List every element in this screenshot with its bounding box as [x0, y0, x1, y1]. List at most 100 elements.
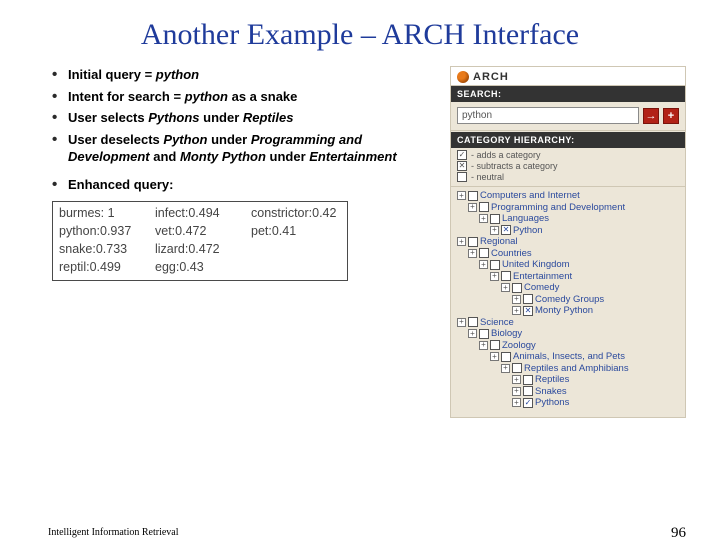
tree-label[interactable]: Computers and Internet	[480, 190, 580, 201]
divider	[451, 130, 685, 131]
expand-icon[interactable]: +	[479, 260, 488, 269]
tree-label[interactable]: Programming and Development	[491, 202, 625, 213]
tri-state-checkbox[interactable]	[490, 214, 500, 224]
content-area: Initial query = python Intent for search…	[0, 66, 720, 418]
tree-label[interactable]: Regional	[480, 236, 518, 247]
tree-label[interactable]: United Kingdom	[502, 259, 570, 270]
table-cell: egg:0.43	[155, 259, 245, 276]
table-cell: lizard:0.472	[155, 241, 245, 258]
tri-state-checkbox[interactable]	[490, 340, 500, 350]
text-italic: Monty Python	[180, 149, 270, 164]
expand-icon[interactable]: +	[457, 318, 466, 327]
expand-icon[interactable]: +	[512, 398, 521, 407]
tri-state-checkbox[interactable]	[490, 260, 500, 270]
text: and	[150, 149, 180, 164]
table-cell: pet:0.41	[251, 223, 341, 240]
expand-icon[interactable]: +	[490, 272, 499, 281]
text: as a snake	[232, 89, 298, 104]
tree-label[interactable]: Comedy	[524, 282, 559, 293]
tree-label[interactable]: Entertainment	[513, 271, 572, 282]
table-cell: python:0.937	[59, 223, 149, 240]
tree-label[interactable]: Reptiles and Amphibians	[524, 363, 629, 374]
tri-state-checkbox[interactable]: ✓	[523, 398, 533, 408]
text-italic: Python	[163, 132, 211, 147]
expand-icon[interactable]: +	[468, 329, 477, 338]
tree-row: +✕ Python	[457, 225, 679, 236]
bullet-list: Initial query = python Intent for search…	[52, 66, 438, 193]
table-cell	[251, 241, 341, 258]
text: User deselects	[68, 132, 163, 147]
tri-state-checkbox[interactable]	[512, 283, 522, 293]
tri-state-checkbox[interactable]	[468, 191, 478, 201]
tree-row: + Comedy Groups	[457, 294, 679, 305]
expand-icon[interactable]: +	[479, 341, 488, 350]
enhanced-query-table: burmes: 1infect:0.494constrictor:0.42pyt…	[52, 201, 348, 281]
tri-state-checkbox[interactable]	[523, 294, 533, 304]
expand-icon[interactable]: +	[457, 191, 466, 200]
text-italic: Reptiles	[243, 110, 294, 125]
tree-label[interactable]: Python	[513, 225, 543, 236]
tri-state-checkbox[interactable]	[468, 237, 478, 247]
tree-label[interactable]: Science	[480, 317, 514, 328]
table-cell: constrictor:0.42	[251, 205, 341, 222]
legend-text: - adds a category	[471, 150, 541, 160]
expand-icon[interactable]: +	[512, 306, 521, 315]
legend-sub: ✕ - subtracts a category	[457, 161, 679, 171]
table-cell	[251, 259, 341, 276]
tri-state-checkbox[interactable]	[523, 386, 533, 396]
expand-icon[interactable]: +	[457, 237, 466, 246]
expand-icon[interactable]: +	[501, 283, 510, 292]
tri-state-checkbox[interactable]	[501, 271, 511, 281]
legend-text: - neutral	[471, 172, 504, 182]
tree-label[interactable]: Snakes	[535, 386, 567, 397]
tree-label[interactable]: Countries	[491, 248, 532, 259]
expand-icon[interactable]: +	[490, 352, 499, 361]
checkbox-icon: ✓	[457, 150, 467, 160]
expand-icon[interactable]: +	[468, 249, 477, 258]
bullet-5: Enhanced query:	[52, 176, 438, 194]
tree-label[interactable]: Biology	[491, 328, 522, 339]
tri-state-checkbox[interactable]	[479, 248, 489, 258]
expand-icon[interactable]: +	[479, 214, 488, 223]
tree-row: + United Kingdom	[457, 259, 679, 270]
slide-number: 96	[671, 525, 686, 542]
text-italic: python	[185, 89, 232, 104]
tri-state-checkbox[interactable]	[523, 375, 533, 385]
tree-row: + Zoology	[457, 340, 679, 351]
tree-label[interactable]: Reptiles	[535, 374, 569, 385]
tree-row: + Biology	[457, 328, 679, 339]
tree-label[interactable]: Zoology	[502, 340, 536, 351]
tri-state-checkbox[interactable]	[512, 363, 522, 373]
tri-state-checkbox[interactable]: ✕	[501, 225, 511, 235]
footer-source: Intelligent Information Retrieval	[48, 527, 179, 538]
legend-text: - subtracts a category	[471, 161, 558, 171]
expand-icon[interactable]: +	[512, 387, 521, 396]
expand-icon[interactable]: +	[501, 364, 510, 373]
table-cell: reptil:0.499	[59, 259, 149, 276]
tree-label[interactable]: Comedy Groups	[535, 294, 604, 305]
tree-label[interactable]: Animals, Insects, and Pets	[513, 351, 625, 362]
tri-state-checkbox[interactable]	[468, 317, 478, 327]
checkbox-icon	[457, 172, 467, 182]
tree-label[interactable]: Pythons	[535, 397, 569, 408]
expand-icon[interactable]: +	[490, 226, 499, 235]
tri-state-checkbox[interactable]	[479, 202, 489, 212]
text-italic: Entertainment	[309, 149, 396, 164]
tree-label[interactable]: Monty Python	[535, 305, 593, 316]
expand-icon[interactable]: +	[512, 375, 521, 384]
search-header: SEARCH:	[451, 86, 685, 102]
go-button[interactable]: →	[643, 108, 659, 124]
tree-row: + Science	[457, 317, 679, 328]
tri-state-checkbox[interactable]: ✕	[523, 306, 533, 316]
tri-state-checkbox[interactable]	[479, 329, 489, 339]
text: under	[203, 110, 243, 125]
add-button[interactable]: +	[663, 108, 679, 124]
expand-icon[interactable]: +	[512, 295, 521, 304]
expand-icon[interactable]: +	[468, 203, 477, 212]
search-input[interactable]	[457, 107, 639, 124]
tree-label[interactable]: Languages	[502, 213, 549, 224]
tri-state-checkbox[interactable]	[501, 352, 511, 362]
table-cell: vet:0.472	[155, 223, 245, 240]
text: Enhanced query:	[68, 177, 173, 192]
text-italic: Pythons	[148, 110, 203, 125]
